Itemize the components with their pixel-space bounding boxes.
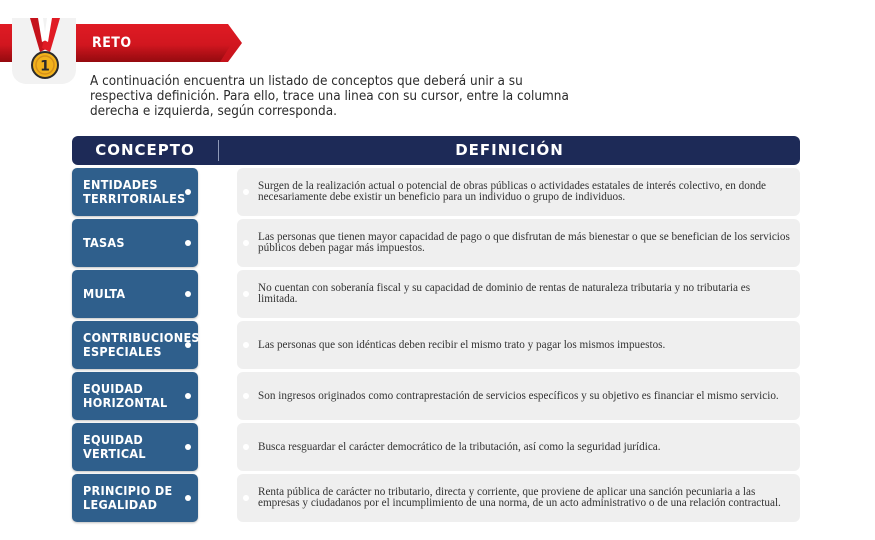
medal-icon: 1: [30, 18, 60, 79]
concept-connector-dot[interactable]: [185, 393, 191, 399]
definition-item[interactable]: Las personas que son idénticas deben rec…: [237, 321, 800, 369]
concept-connector-dot[interactable]: [185, 291, 191, 297]
definition-connector-dot[interactable]: [243, 189, 249, 195]
instructions-text: A continuación encuentra un listado de c…: [90, 74, 569, 119]
definition-text: No cuentan con soberanía fiscal y su cap…: [258, 282, 751, 305]
definition-item[interactable]: Las personas que tienen mayor capacidad …: [237, 219, 800, 267]
column-header-concept: CONCEPTO: [95, 141, 195, 159]
definition-item[interactable]: Busca resguardar el carácter democrático…: [237, 423, 800, 471]
definition-text: Busca resguardar el carácter democrático…: [258, 440, 661, 453]
concept-connector-dot[interactable]: [185, 495, 191, 501]
definition-connector-dot[interactable]: [243, 240, 249, 246]
definition-connector-dot[interactable]: [243, 393, 249, 399]
concept-label: PRINCIPIO DE LEGALIDAD: [83, 483, 173, 512]
definition-item[interactable]: Renta pública de carácter no tributario,…: [237, 474, 800, 522]
concept-contribuciones-especiales[interactable]: CONTRIBUCIONES ESPECIALES: [72, 321, 200, 369]
concept-entidades-territoriales[interactable]: ENTIDADES TERRITORIALES: [72, 168, 198, 216]
concept-multa[interactable]: MULTA: [72, 270, 198, 318]
concept-connector-dot[interactable]: [185, 240, 191, 246]
concept-principio-de-legalidad[interactable]: PRINCIPIO DE LEGALIDAD: [72, 474, 198, 522]
column-header-definition: DEFINICIÓN: [455, 141, 564, 159]
concept-connector-dot[interactable]: [185, 342, 191, 348]
concept-label: TASAS: [83, 235, 125, 250]
definition-text: Son ingresos originados como contraprest…: [258, 389, 779, 402]
concept-label: CONTRIBUCIONES ESPECIALES: [83, 330, 200, 359]
concept-connector-dot[interactable]: [185, 189, 191, 195]
table-header: CONCEPTO DEFINICIÓN: [72, 136, 800, 165]
definition-item[interactable]: Son ingresos originados como contraprest…: [237, 372, 800, 420]
header-title: RETO: [92, 35, 132, 51]
concept-label: MULTA: [83, 286, 126, 301]
definition-connector-dot[interactable]: [243, 291, 249, 297]
concept-equidad-horizontal[interactable]: EQUIDAD HORIZONTAL: [72, 372, 198, 420]
definition-connector-dot[interactable]: [243, 495, 249, 501]
concept-connector-dot[interactable]: [185, 444, 191, 450]
definition-item[interactable]: Surgen de la realización actual o potenc…: [237, 168, 800, 216]
definition-text: Las personas que son idénticas deben rec…: [258, 338, 666, 351]
definition-connector-dot[interactable]: [243, 444, 249, 450]
definition-text: Renta pública de carácter no tributario,…: [258, 486, 781, 509]
concept-label: ENTIDADES TERRITORIALES: [83, 177, 186, 206]
concept-label: EQUIDAD HORIZONTAL: [83, 381, 168, 410]
definition-connector-dot[interactable]: [243, 342, 249, 348]
definition-text: Surgen de la realización actual o potenc…: [258, 180, 767, 203]
definition-item[interactable]: No cuentan con soberanía fiscal y su cap…: [237, 270, 800, 318]
definition-text: Las personas que tienen mayor capacidad …: [258, 231, 790, 254]
medal-number: 1: [40, 59, 50, 75]
concept-equidad-vertical[interactable]: EQUIDAD VERTICAL: [72, 423, 198, 471]
concept-label: EQUIDAD VERTICAL: [83, 432, 146, 461]
concept-tasas[interactable]: TASAS: [72, 219, 198, 267]
